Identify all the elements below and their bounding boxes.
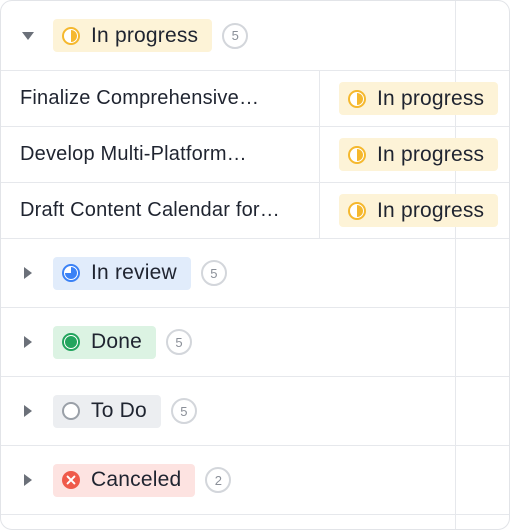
chevron-right-icon[interactable]	[21, 335, 35, 349]
group-header-canceled[interactable]: Canceled 2	[1, 446, 509, 515]
status-pill-canceled: Canceled	[53, 463, 196, 497]
group-count-badge: 5	[200, 260, 227, 286]
chevron-right-icon[interactable]	[21, 473, 35, 487]
group-count-badge: 5	[170, 398, 197, 424]
task-name[interactable]: Draft Content Calendar for…	[1, 199, 319, 222]
status-pill-in-progress[interactable]: In progress	[339, 138, 499, 171]
status-pill-in-review: In review	[53, 256, 191, 290]
empty-circle-icon	[61, 401, 81, 421]
half-circle-icon	[347, 89, 367, 109]
status-label: In review	[91, 261, 177, 284]
x-circle-icon	[61, 470, 81, 490]
half-circle-icon	[61, 26, 81, 46]
table-row[interactable]: Finalize Comprehensive… In progress	[1, 71, 509, 127]
status-label: In progress	[91, 23, 199, 47]
group-count-badge: 5	[222, 22, 249, 49]
group-count-badge: 2	[205, 467, 232, 493]
status-pill-to-do: To Do	[53, 394, 161, 428]
group-header-in-progress[interactable]: In progress 5	[1, 1, 509, 71]
status-pill-in-progress[interactable]: In progress	[339, 82, 499, 115]
group-count-badge: 5	[166, 329, 193, 355]
chevron-right-icon[interactable]	[21, 266, 35, 280]
status-label: In progress	[377, 86, 485, 110]
status-pill-done: Done	[53, 325, 157, 359]
status-group-table: In progress 5 Finalize Comprehensive… In…	[0, 0, 510, 530]
status-label: In progress	[377, 142, 485, 166]
task-status-cell[interactable]: In progress	[319, 71, 509, 126]
task-status-cell[interactable]: In progress	[319, 127, 509, 182]
status-label: Done	[91, 330, 143, 353]
status-label: In progress	[377, 198, 485, 222]
status-label: To Do	[91, 399, 147, 422]
task-name[interactable]: Develop Multi-Platform…	[1, 143, 319, 166]
group-header-done[interactable]: Done 5	[1, 308, 509, 377]
task-status-cell[interactable]: In progress	[319, 183, 509, 238]
status-pill-in-progress: In progress	[53, 19, 213, 52]
pie-quarter-icon	[61, 263, 81, 283]
table-row[interactable]: Develop Multi-Platform… In progress	[1, 127, 509, 183]
chevron-right-icon[interactable]	[21, 404, 35, 418]
chevron-down-icon[interactable]	[21, 29, 35, 43]
status-label: Canceled	[91, 468, 182, 491]
group-header-to-do[interactable]: To Do 5	[1, 377, 509, 446]
half-circle-icon	[347, 201, 367, 221]
task-name[interactable]: Finalize Comprehensive…	[1, 87, 319, 110]
table-row[interactable]: Draft Content Calendar for… In progress	[1, 183, 509, 239]
half-circle-icon	[347, 145, 367, 165]
status-pill-in-progress[interactable]: In progress	[339, 194, 499, 227]
filled-circle-icon	[61, 332, 81, 352]
group-header-in-review[interactable]: In review 5	[1, 239, 509, 308]
